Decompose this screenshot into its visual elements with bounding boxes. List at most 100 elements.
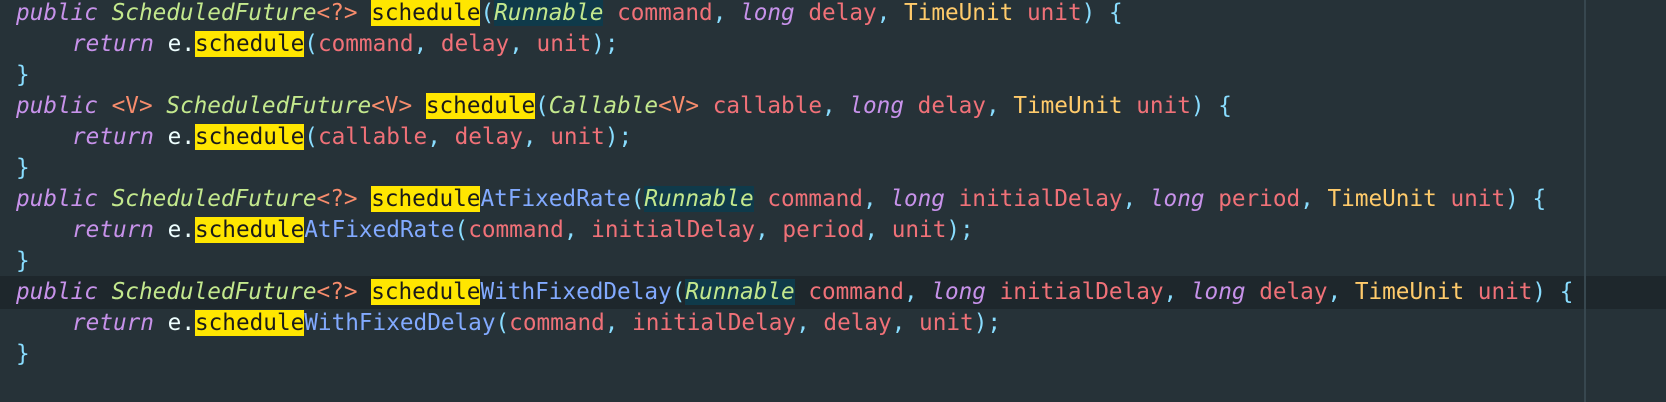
code-line-10-active[interactable]: public ScheduledFuture<?> scheduleWithFi… [0,276,1666,309]
parameter: initialDelay [958,186,1123,212]
argument: delay [454,124,523,150]
punctuation: , [862,186,877,212]
punctuation: , [712,0,727,26]
identifier: e [167,124,182,150]
punctuation: , [822,93,836,119]
generic-param: <?> [316,186,358,212]
punctuation: , [1122,186,1137,212]
code-line-12[interactable]: } [0,338,1666,371]
keyword: long [1149,186,1205,212]
code-line-7[interactable]: public ScheduledFuture<?> scheduleAtFixe… [0,183,1666,216]
code-line-4[interactable]: public <V> ScheduledFuture<V> schedule(C… [0,90,1666,123]
punctuation: ; [960,217,974,243]
argument: unit [919,310,974,336]
parameter: unit [1450,186,1506,212]
punctuation: ) [591,31,605,57]
code-line-2[interactable]: return e.schedule(command, delay, unit); [0,28,1666,61]
keyword: return [72,124,154,150]
punctuation: { [1532,186,1547,212]
type-name: ScheduledFuture [166,93,372,119]
argument: unit [550,124,605,150]
parameter: unit [1477,279,1533,305]
punctuation: , [876,0,891,26]
search-highlight: schedule [194,31,305,57]
punctuation: ( [535,93,549,119]
parameter: delay [808,0,877,26]
code-line-3[interactable]: } [0,59,1666,92]
punctuation: , [985,93,1000,119]
punctuation: { [1218,93,1232,119]
punctuation: , [509,31,523,57]
punctuation: . [181,31,195,57]
punctuation: } [16,341,30,367]
argument: period [782,217,865,243]
search-highlight: schedule [194,124,305,150]
argument: initialDelay [632,310,797,336]
generic-param: <V> [111,93,153,119]
punctuation: ) [1190,93,1205,119]
parameter: callable [712,93,823,119]
punctuation: , [864,217,879,243]
parameter: delay [917,93,986,119]
punctuation: ; [604,31,619,57]
punctuation: , [755,217,769,243]
code-line-8[interactable]: return e.scheduleAtFixedRate(command, in… [0,214,1666,247]
punctuation: ) [1081,0,1096,26]
parameter: delay [1259,279,1328,305]
keyword: public [16,186,98,212]
generic-param: <?> [316,279,358,305]
punctuation: , [522,124,537,150]
punctuation: ( [495,310,510,336]
parameter: command [767,186,863,212]
keyword: public [16,0,98,26]
parameter: unit [1026,0,1082,26]
punctuation: ( [630,186,645,212]
identifier: e [167,31,182,57]
code-line-9[interactable]: } [0,245,1666,278]
code-editor[interactable]: public ScheduledFuture<?> schedule(Runna… [0,0,1666,402]
punctuation: , [427,124,441,150]
code-line-1[interactable]: public ScheduledFuture<?> schedule(Runna… [0,0,1666,30]
punctuation: , [1327,279,1342,305]
generic-param: <V> [658,93,700,119]
punctuation: } [16,248,30,274]
punctuation: ; [618,124,633,150]
type-name: TimeUnit [1354,279,1465,305]
search-highlight: schedule [194,310,305,336]
punctuation: ( [304,124,318,150]
keyword: long [849,93,904,119]
type-name: Runnable [685,279,795,305]
keyword: long [1190,279,1246,305]
search-highlight: schedule [425,93,536,119]
type-name: Runnable [644,186,754,212]
argument: delay [440,31,510,57]
generic-param: <V> [371,93,413,119]
code-line-6[interactable]: } [0,152,1666,185]
argument: command [317,31,414,57]
punctuation: . [181,124,195,150]
keyword: long [890,186,945,212]
argument: command [509,310,605,336]
method-name: AtFixedRate [480,186,631,212]
type-name: Callable [548,93,659,119]
punctuation: ; [987,310,1002,336]
punctuation: ) [946,217,961,243]
punctuation: } [16,62,30,88]
parameter: command [617,0,713,26]
code-line-5[interactable]: return e.schedule(callable, delay, unit)… [0,121,1666,154]
type-name: ScheduledFuture [111,279,317,305]
search-highlight: schedule [371,279,481,305]
punctuation: ) [1505,186,1519,212]
search-highlight: schedule [371,186,481,212]
right-margin-guide [1584,0,1586,402]
identifier: e [167,217,182,243]
punctuation: , [604,310,619,336]
argument: command [468,217,564,243]
type-name: TimeUnit [904,0,1014,26]
argument: callable [317,124,428,150]
punctuation: ( [480,0,495,26]
code-line-11[interactable]: return e.scheduleWithFixedDelay(command,… [0,307,1666,340]
punctuation: , [891,310,906,336]
method-name: AtFixedRate [304,217,455,243]
punctuation: ( [454,217,469,243]
